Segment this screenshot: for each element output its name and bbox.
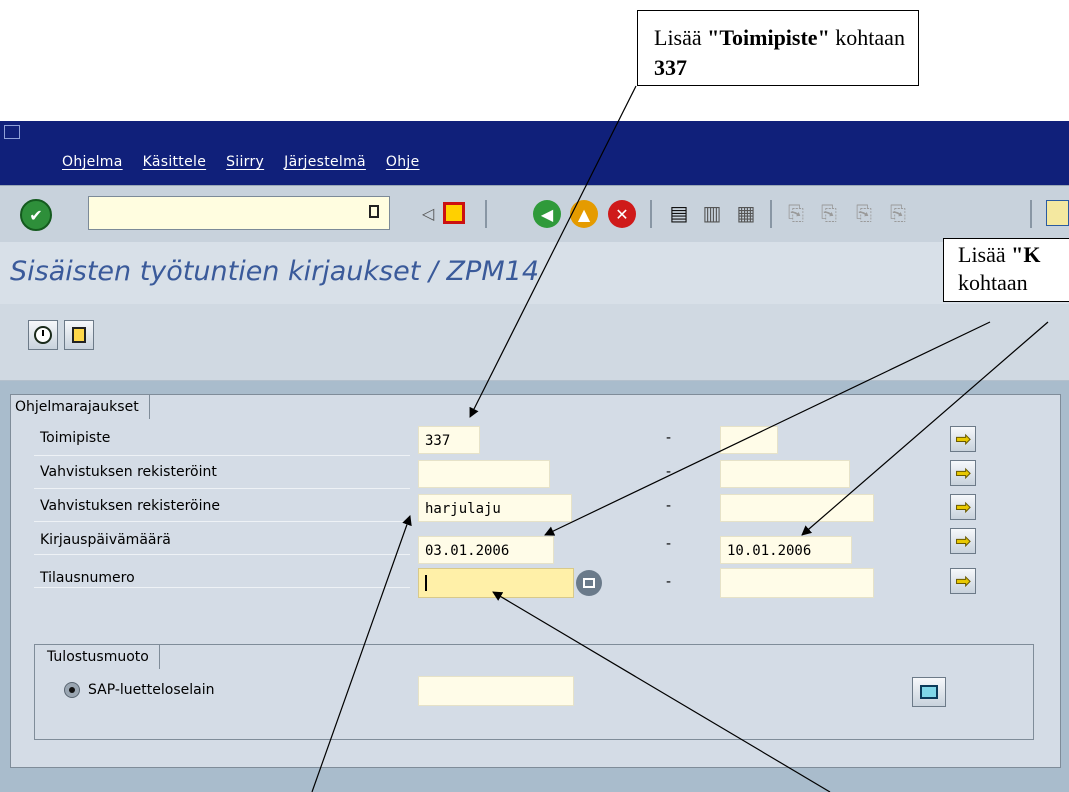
callout-right-prefix: Lisää — [958, 242, 1012, 267]
page-title: Sisäisten työtuntien kirjaukset / ZPM14 — [10, 256, 539, 287]
choose-layout-icon — [920, 685, 938, 699]
group-tab-ohjelmarajaukset: Ohjelmarajaukset — [10, 394, 150, 419]
vahvistuksen-rekisteroint-multiple-selection-button[interactable]: ➡ — [950, 460, 976, 486]
range-dash: - — [666, 430, 672, 446]
find-next-icon[interactable]: ▦ — [732, 199, 760, 227]
vahvistuksen-rekisteroine-to-input[interactable] — [720, 494, 874, 522]
range-dash: - — [666, 574, 672, 590]
tilausnumero-from-input[interactable] — [418, 568, 574, 598]
toimipiste-to-input[interactable] — [720, 426, 778, 454]
kirjauspaivamaara-from-input[interactable]: 03.01.2006 — [418, 536, 554, 564]
print-icon[interactable]: ▤ — [665, 199, 693, 227]
menu-ohje[interactable]: Ohje — [386, 154, 420, 184]
group-tab-tulostusmuoto: Tulostusmuoto — [34, 644, 160, 669]
callout-right-field: "K — [1011, 242, 1041, 267]
arrow-right-icon: ➡ — [955, 570, 971, 592]
execute-icon[interactable] — [28, 320, 58, 350]
menu-siirry[interactable]: Siirry — [226, 154, 264, 184]
kirjauspaivamaara-to-input[interactable]: 10.01.2006 — [720, 536, 852, 564]
label-vahvistuksen-rekisteroint: Vahvistuksen rekisteröint — [40, 464, 217, 480]
menu-ohjelma[interactable]: Ohjelma — [62, 154, 123, 184]
callout-text-prefix: Lisää — [654, 25, 708, 50]
vahvistuksen-rekisteroint-from-input[interactable] — [418, 460, 550, 488]
label-toimipiste: Toimipiste — [40, 430, 111, 446]
toimipiste-from-input[interactable]: 337 — [418, 426, 480, 454]
callout-right: Lisää "K kohtaan — [943, 238, 1069, 302]
toimipiste-multiple-selection-button[interactable]: ➡ — [950, 426, 976, 452]
cancel-icon[interactable]: ✕ — [608, 200, 636, 228]
find-icon[interactable]: ▥ — [698, 199, 726, 227]
get-variant-icon[interactable] — [64, 320, 94, 350]
menu-jarjestelma[interactable]: Järjestelmä — [284, 154, 366, 184]
back-icon[interactable]: ◀ — [533, 200, 561, 228]
vahvistuksen-rekisteroint-to-input[interactable] — [720, 460, 850, 488]
exit-icon[interactable]: ▲ — [570, 200, 598, 228]
tilausnumero-multiple-selection-button[interactable]: ➡ — [950, 568, 976, 594]
command-field[interactable] — [88, 196, 390, 230]
vahvistuksen-rekisteroine-multiple-selection-button[interactable]: ➡ — [950, 494, 976, 520]
radio-button-sap-luetteloselain[interactable] — [64, 682, 80, 698]
first-page-icon[interactable]: ⎘ — [782, 199, 810, 227]
arrow-right-icon: ➡ — [955, 428, 971, 450]
new-session-icon[interactable] — [1046, 200, 1069, 226]
callout-text-value: 337 — [654, 55, 687, 80]
window-system-icon[interactable] — [4, 125, 20, 139]
callout-text-field: "Toimipiste" — [707, 25, 830, 50]
range-dash: - — [666, 498, 672, 514]
callout-toimipiste: Lisää "Toimipiste" kohtaan 337 — [637, 10, 919, 86]
menu-bar: Ohjelma Käsittele Siirry Järjestelmä Ohj… — [62, 154, 440, 184]
tilausnumero-to-input[interactable] — [720, 568, 874, 598]
callout-text-middle: kohtaan — [829, 25, 905, 50]
search-help-icon[interactable] — [576, 570, 602, 596]
arrow-right-icon: ➡ — [955, 496, 971, 518]
layout-select-button[interactable] — [912, 677, 946, 707]
application-toolbar — [0, 304, 1069, 381]
label-vahvistuksen-rekisteroine: Vahvistuksen rekisteröine — [40, 498, 220, 514]
menu-kasittele[interactable]: Käsittele — [143, 154, 207, 184]
label-tilausnumero: Tilausnumero — [40, 570, 135, 586]
previous-page-icon[interactable]: ⎘ — [815, 199, 843, 227]
label-kirjauspaivamaara: Kirjauspäivämäärä — [40, 532, 171, 548]
text-cursor — [425, 575, 427, 591]
kirjauspaivamaara-multiple-selection-button[interactable]: ➡ — [950, 528, 976, 554]
layout-input[interactable] — [418, 676, 574, 706]
arrow-right-icon: ➡ — [955, 462, 971, 484]
last-page-icon[interactable]: ⎘ — [884, 199, 912, 227]
back-triangle-icon[interactable]: ◁ — [414, 199, 442, 227]
callout-right-line2: kohtaan — [958, 270, 1028, 295]
label-sap-luetteloselain: SAP-luetteloselain — [88, 682, 215, 698]
arrow-right-icon: ➡ — [955, 530, 971, 552]
range-dash: - — [666, 536, 672, 552]
enter-check-icon[interactable]: ✔ — [20, 199, 52, 231]
save-icon[interactable] — [440, 199, 468, 227]
range-dash: - — [666, 464, 672, 480]
vahvistuksen-rekisteroine-from-input[interactable]: harjulaju — [418, 494, 572, 522]
command-history-icon[interactable] — [369, 205, 379, 218]
next-page-icon[interactable]: ⎘ — [850, 199, 878, 227]
